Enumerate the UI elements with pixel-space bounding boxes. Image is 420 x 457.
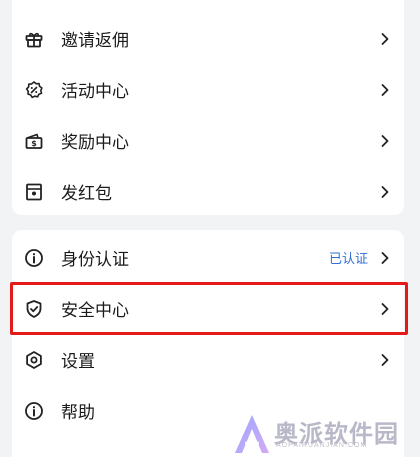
- menu-item-label: 身份认证: [61, 250, 129, 269]
- menu-item-label: 活动中心: [61, 82, 129, 101]
- chevron-right-icon: [381, 185, 389, 198]
- help-info-icon: [25, 401, 43, 420]
- gear-icon: [26, 350, 42, 369]
- svg-text:$: $: [31, 139, 37, 148]
- shield-icon: [26, 299, 42, 318]
- menu-item-label: 安全中心: [61, 301, 129, 320]
- gift-icon: [25, 32, 43, 47]
- chevron-right-icon: [381, 302, 389, 315]
- chevron-right-icon: [381, 353, 389, 366]
- menu-item-label: 设置: [61, 352, 95, 371]
- menu-item-identity-verification[interactable]: 身份认证 已认证: [12, 232, 404, 283]
- menu-item-security-center[interactable]: 安全中心: [12, 283, 404, 334]
- red-packet-icon: [26, 183, 42, 200]
- activity-badge-icon: [25, 80, 43, 98]
- menu-item-label: 奖励中心: [61, 133, 129, 152]
- chevron-right-icon: [381, 83, 389, 96]
- info-icon: [25, 248, 43, 267]
- reward-wallet-icon: $: [25, 133, 43, 149]
- menu-item-label: 发红包: [61, 184, 112, 203]
- menu-item-invite-rebate[interactable]: 邀请返佣: [12, 13, 404, 64]
- menu-group-1: 邀请返佣 活动中心 $ 奖励中心 发红包: [12, 0, 404, 215]
- verified-status-text: 已认证: [328, 251, 368, 266]
- menu-item-send-red-packet[interactable]: 发红包: [12, 166, 404, 217]
- watermark: 奥派软件园 AOPAIRUANJIAN.COM: [232, 410, 420, 457]
- menu-item-label: 邀请返佣: [61, 31, 129, 50]
- watermark-subtext: AOPAIRUANJIAN.COM: [276, 442, 368, 449]
- menu-item-reward-center[interactable]: $ 奖励中心: [12, 115, 404, 166]
- watermark-logo-icon: [235, 415, 269, 453]
- chevron-right-icon: [381, 32, 389, 45]
- menu-item-activity-center[interactable]: 活动中心: [12, 64, 404, 115]
- chevron-right-icon: [381, 251, 389, 264]
- menu-item-settings[interactable]: 设置: [12, 334, 404, 385]
- chevron-right-icon: [381, 134, 389, 147]
